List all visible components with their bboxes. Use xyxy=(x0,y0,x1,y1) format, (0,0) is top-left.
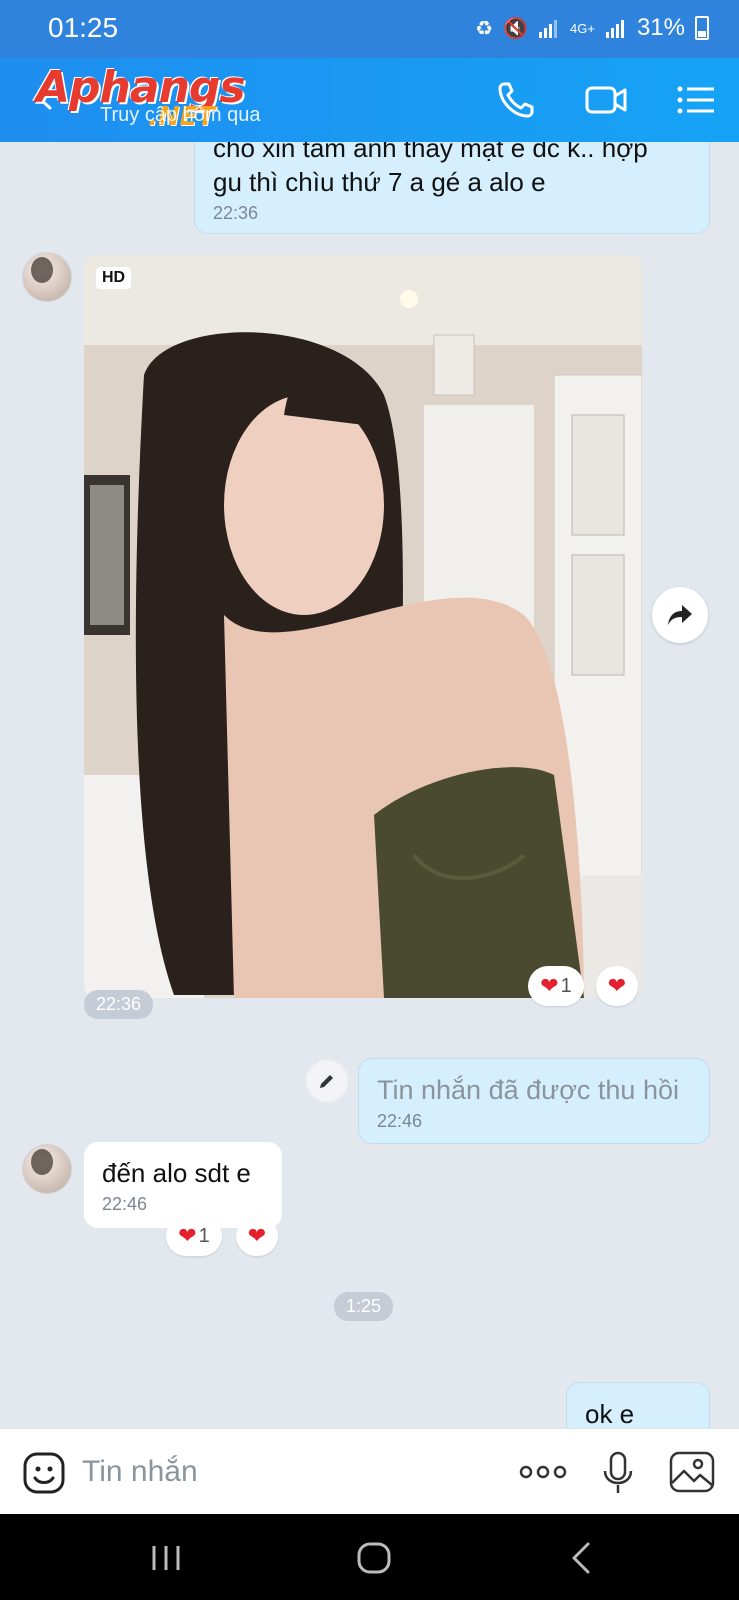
outgoing-message[interactable]: ok e xyxy=(566,1382,710,1428)
battery-percent: 31% xyxy=(636,14,685,41)
status-time: 01:25 xyxy=(48,12,119,43)
reaction-summary[interactable]: ❤ 1 xyxy=(528,966,584,1006)
forward-arrow-icon xyxy=(668,605,692,625)
heart-icon: ❤ xyxy=(247,1223,267,1248)
last-seen-text: Truy cập hôm qua xyxy=(100,104,261,126)
message-time-pill: 22:36 xyxy=(84,990,154,1019)
message-text: ok e xyxy=(585,1399,635,1428)
avatar[interactable] xyxy=(22,1144,72,1194)
emoji-icon[interactable] xyxy=(22,1451,66,1495)
share-forward-icon[interactable] xyxy=(652,587,708,643)
message-input[interactable] xyxy=(82,1447,482,1497)
home-icon[interactable] xyxy=(354,1538,394,1578)
recalled-message[interactable]: Tin nhắn đã được thu hồi 22:46 xyxy=(358,1058,710,1144)
message-time: 22:36 xyxy=(213,203,259,223)
more-dots-icon[interactable] xyxy=(518,1457,568,1487)
heart-icon: ❤ xyxy=(607,973,627,998)
time-divider: 1:25 xyxy=(334,1292,394,1321)
pencil-glyph-icon xyxy=(320,1075,333,1088)
reaction-summary[interactable]: ❤ 1 xyxy=(166,1216,222,1256)
mute-icon: 🔇 xyxy=(503,17,529,40)
photo-message[interactable]: HD xyxy=(84,255,642,998)
status-bar: 01:25 ♻ 🔇 4G+ 31% xyxy=(0,0,739,58)
battery-icon xyxy=(695,16,709,40)
recent-apps-icon[interactable] xyxy=(146,1538,186,1578)
chat-header: Aphangs .NET Truy cập hôm qua xyxy=(0,58,739,142)
image-icon[interactable] xyxy=(668,1449,716,1495)
message-text: đến alo sdt e xyxy=(102,1158,251,1188)
recycle-notification-icon: ♻ xyxy=(475,17,494,40)
message-time: 22:46 xyxy=(102,1194,148,1214)
outgoing-message[interactable]: cho xin tấm ảnh thấy mặt e dc k.. hợp gu… xyxy=(194,142,710,234)
system-nav-bar xyxy=(0,1514,739,1600)
list-menu-icon[interactable] xyxy=(674,78,718,122)
reaction-count: 1 xyxy=(198,1224,210,1247)
recalled-text: Tin nhắn đã được thu hồi xyxy=(377,1075,679,1105)
network-type: 4G+ xyxy=(570,20,595,36)
chat-messages[interactable]: cho xin tấm ảnh thấy mặt e dc k.. hợp gu… xyxy=(0,142,739,1428)
nav-back-icon[interactable] xyxy=(562,1538,602,1578)
heart-icon: ❤ xyxy=(178,1223,197,1248)
message-time: 22:46 xyxy=(377,1111,423,1131)
message-text-line1: cho xin tấm ảnh thấy mặt e dc k.. hợp xyxy=(213,142,648,163)
react-button[interactable]: ❤ xyxy=(236,1216,278,1256)
phone-icon[interactable] xyxy=(494,78,538,122)
microphone-icon[interactable] xyxy=(600,1451,636,1495)
incoming-message[interactable]: đến alo sdt e 22:46 xyxy=(84,1142,282,1228)
message-input-bar xyxy=(0,1428,739,1514)
video-camera-icon[interactable] xyxy=(584,78,628,122)
status-icons: ♻ 🔇 4G+ 31% xyxy=(475,14,709,42)
photo-image xyxy=(84,255,642,998)
message-text-line2: gu thì chìu thứ 7 a gé a alo e xyxy=(213,167,546,197)
heart-icon: ❤ xyxy=(540,973,559,998)
pencil-icon[interactable] xyxy=(306,1060,348,1102)
reaction-count: 1 xyxy=(560,974,572,997)
react-button[interactable]: ❤ xyxy=(596,966,638,1006)
hd-badge: HD xyxy=(96,267,132,289)
signal-icon-2 xyxy=(605,20,624,38)
avatar[interactable] xyxy=(22,252,72,302)
signal-icon xyxy=(539,20,558,38)
